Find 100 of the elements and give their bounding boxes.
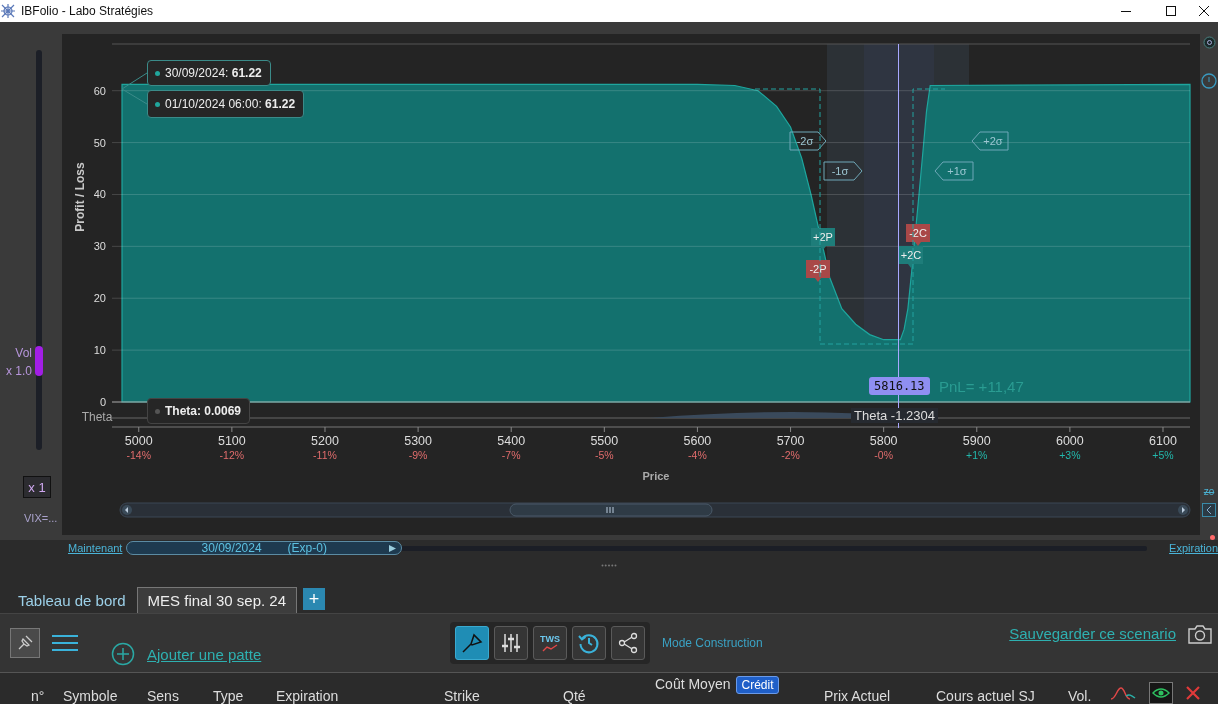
history-button[interactable]: [572, 626, 606, 660]
column-header: Sens: [147, 688, 180, 704]
vix-label: VIX=...: [24, 512, 59, 524]
visibility-toggle[interactable]: [1149, 682, 1173, 704]
percent-change-label: -7%: [501, 449, 521, 461]
save-scenario-link[interactable]: Sauvegarder ce scenario: [1009, 625, 1176, 642]
axis-tick-label: 5500: [590, 434, 619, 448]
axis-tick-label: 5000: [124, 434, 153, 448]
expiration-link[interactable]: Expiration: [1169, 542, 1218, 554]
sliders-icon: [500, 632, 522, 654]
close-icon[interactable]: [1185, 685, 1201, 701]
play-icon[interactable]: [389, 544, 396, 552]
theta-reading: Theta -1.2304: [851, 408, 938, 423]
chart-tooltip: 30/09/2024: 61.22: [147, 60, 271, 86]
chart-tooltip: 01/10/2024 06:00: 61.22: [147, 90, 305, 118]
trowel-button[interactable]: [455, 626, 489, 660]
percent-change-label: -12%: [219, 449, 245, 461]
percent-change-label: -9%: [408, 449, 428, 461]
plus-circle-icon[interactable]: [111, 642, 135, 666]
percent-change-label: -11%: [313, 449, 337, 461]
chevron-left-icon: [1206, 506, 1212, 514]
percent-change-label: -0%: [874, 449, 893, 461]
percent-change-label: -4%: [688, 449, 707, 461]
column-header: Type: [213, 688, 245, 704]
slider-reading: x 1.0: [6, 363, 32, 380]
leg-marker[interactable]: +2P: [811, 228, 835, 250]
multiplier-button[interactable]: x 1: [23, 476, 51, 498]
sigma-tag: +2σ: [971, 131, 1009, 151]
column-header: Strike: [444, 688, 481, 704]
curve-icon[interactable]: [1110, 686, 1136, 700]
axis-tick-label: 6000: [1056, 434, 1084, 448]
info-icon[interactable]: [1201, 73, 1217, 89]
axis-tick-label: 5400: [497, 434, 526, 448]
axis-tick-label: 5700: [776, 434, 805, 448]
axis-tick-label: 0: [99, 396, 106, 408]
column-header: Vol.: [1068, 688, 1093, 704]
column-header: Qté: [563, 688, 587, 704]
zoom-label: zo: [1203, 486, 1215, 497]
column-header: Prix Actuel: [824, 688, 892, 704]
add-tab-button[interactable]: +: [303, 588, 325, 610]
now-link[interactable]: Maintenant: [68, 542, 123, 554]
add-leg-link[interactable]: Ajouter une patte: [147, 645, 262, 663]
share-button[interactable]: [611, 626, 645, 660]
column-header: Coût Moyen: [655, 676, 731, 692]
camera-icon[interactable]: [1188, 624, 1212, 644]
percent-change-label: +3%: [1059, 449, 1081, 461]
sigma-tag: -1σ: [823, 161, 863, 181]
axis-tick-label: 50: [93, 136, 106, 149]
axis-tick-label: 5100: [217, 434, 246, 448]
axis-tick-label: 10: [93, 344, 106, 357]
percent-change-label: -14%: [126, 449, 151, 461]
leg-marker[interactable]: -2P: [806, 260, 830, 282]
column-header: Cours actuel SJ: [936, 688, 1036, 704]
chart-tooltip: Theta: 0.0069: [147, 398, 251, 424]
theta-axis-label: Theta: [81, 410, 113, 424]
tab[interactable]: Tableau de bord: [7, 587, 137, 613]
axis-title: Profit / Loss: [73, 162, 87, 232]
column-header: Symbole: [63, 688, 119, 704]
target-icon[interactable]: [1202, 36, 1216, 49]
axis-tick-label: 5600: [683, 434, 712, 448]
chart-line-icon: [542, 644, 558, 652]
timeline-fill[interactable]: 30/09/2024 (Exp-0): [126, 540, 402, 555]
percent-change-label: -2%: [781, 449, 800, 461]
axis-tick-label: 5800: [869, 434, 898, 448]
axis-title: Price: [642, 470, 670, 482]
slider-thumb[interactable]: [35, 346, 43, 376]
column-header: Expiration: [276, 688, 340, 704]
leg-marker[interactable]: -2C: [906, 224, 930, 246]
leader-line: [121, 88, 148, 105]
status-dot: [1209, 535, 1215, 540]
axis-tick-label: 5900: [962, 434, 991, 448]
window-title: IBFolio - Labo Stratégies: [21, 4, 154, 18]
splitter-handle-icon[interactable]: [601, 564, 617, 567]
maximize-icon: [1165, 6, 1176, 16]
tws-button[interactable]: TWS: [533, 626, 567, 660]
sigma-tag: -2σ: [789, 131, 827, 151]
eye-icon: [1152, 687, 1170, 699]
percent-change-label: +1%: [966, 449, 988, 461]
pin-button[interactable]: [10, 628, 40, 658]
percent-change-label: +5%: [1152, 449, 1174, 461]
leader-line: [121, 72, 148, 90]
close-icon: [1199, 6, 1209, 16]
percent-change-label: -5%: [595, 449, 614, 461]
credit-badge: Crédit: [736, 676, 779, 694]
sigma-tag: +1σ: [934, 161, 974, 181]
price-marker: 5816.13: [869, 377, 930, 395]
trowel-icon: [460, 631, 484, 655]
axis-tick-label: 40: [93, 188, 106, 201]
tab[interactable]: MES final 30 sep. 24: [136, 587, 297, 613]
sliders-button[interactable]: [494, 626, 528, 660]
axis-tick-label: 5200: [311, 434, 339, 448]
column-header: n°: [31, 688, 46, 704]
menu-icon[interactable]: [52, 634, 78, 652]
leg-marker[interactable]: +2C: [899, 246, 923, 268]
axis-tick-label: 60: [93, 84, 106, 97]
history-icon: [577, 631, 601, 655]
slider-label: Vol: [15, 345, 32, 362]
axis-tick-label: 5300: [404, 434, 432, 448]
horizontal-scrollbar[interactable]: [119, 502, 1191, 518]
scroll-left-button[interactable]: [1202, 503, 1216, 517]
